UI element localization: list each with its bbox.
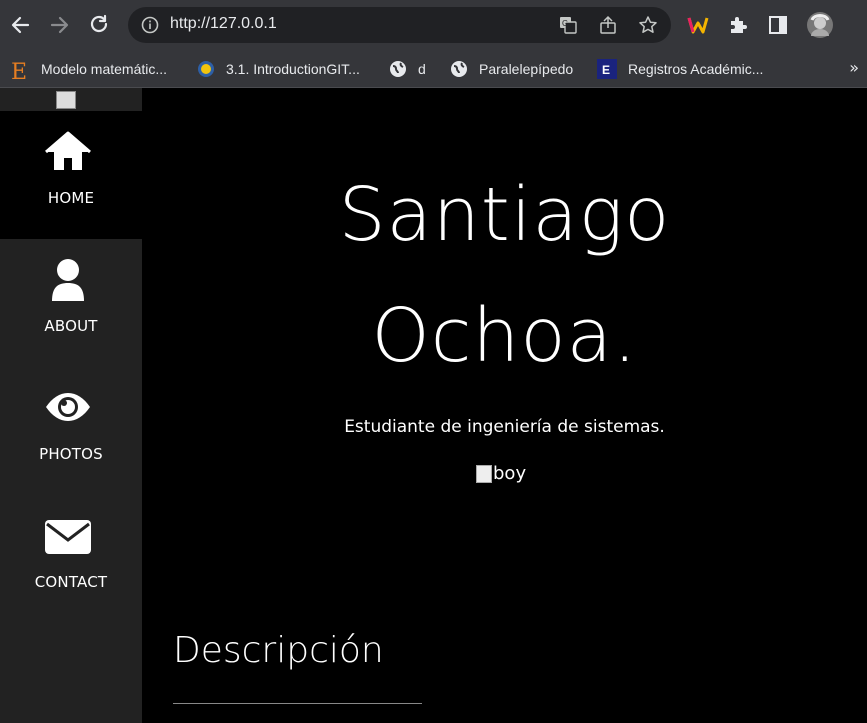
site-info-icon[interactable]	[140, 15, 160, 35]
hero-image: boy	[476, 463, 526, 484]
svg-text:E: E	[602, 63, 610, 77]
translate-icon[interactable]: G	[558, 15, 578, 35]
sidebar-item-home[interactable]: HOME	[0, 111, 142, 239]
extensions-puzzle-icon[interactable]	[726, 13, 750, 37]
globe-icon	[389, 60, 407, 78]
sidebar-item-photos[interactable]: PHOTOS	[0, 367, 142, 495]
e-badge-icon: E	[597, 59, 617, 79]
page-content: HOME ABOUT PHOTOS CONTACT Santiago Ochoa…	[0, 88, 867, 723]
sidebar-item-contact[interactable]: CONTACT	[0, 495, 142, 623]
e-letter-icon: E	[10, 60, 30, 85]
bookmark-label: d	[418, 61, 426, 77]
section-divider	[173, 703, 422, 704]
forward-arrow-icon[interactable]	[46, 11, 74, 39]
bookmark-label: Paralelepípedo	[479, 61, 574, 77]
bookmark-item[interactable]: 3.1. IntroductionGIT...	[197, 50, 360, 88]
section-title: Descripción	[173, 630, 384, 671]
bookmark-item[interactable]: E Registros Académic...	[597, 50, 763, 88]
bookmark-item[interactable]: d	[389, 50, 426, 88]
share-icon[interactable]	[598, 15, 618, 35]
extension-w-icon[interactable]	[686, 13, 710, 37]
bookmark-star-icon[interactable]	[638, 15, 658, 35]
sidebar-item-label: HOME	[47, 189, 95, 207]
bookmarks-overflow-button[interactable]: »	[849, 58, 859, 77]
bookmarks-bar: E Modelo matemátic... 3.1. IntroductionG…	[0, 50, 867, 88]
sidebar-item-label: PHOTOS	[39, 445, 103, 463]
bookmark-label: Modelo matemátic...	[41, 61, 168, 77]
back-arrow-icon[interactable]	[6, 11, 34, 39]
address-bar[interactable]: http://127.0.0.1 G	[128, 7, 671, 43]
sidebar-item-label: CONTACT	[34, 573, 108, 591]
svg-text:E: E	[11, 60, 27, 82]
eye-icon	[45, 387, 91, 429]
sidebar-item-label: ABOUT	[44, 317, 98, 335]
seal-icon	[197, 60, 215, 78]
hero-subtitle: Estudiante de ingeniería de sistemas.	[344, 417, 665, 437]
user-icon	[45, 259, 91, 301]
hero-first-name: Santiago	[338, 172, 671, 258]
url-text: http://127.0.0.1	[170, 15, 277, 32]
sidebar-item-about[interactable]: ABOUT	[0, 239, 142, 367]
sidebar: HOME ABOUT PHOTOS CONTACT	[0, 88, 142, 723]
bookmark-item[interactable]: E Modelo matemátic...	[10, 50, 167, 88]
browser-toolbar: http://127.0.0.1 G	[0, 0, 867, 50]
hero-image-alt: boy	[493, 463, 527, 484]
side-panel-icon[interactable]	[766, 13, 790, 37]
hero-last-name: Ochoa.	[371, 293, 638, 379]
broken-logo-image	[56, 91, 76, 109]
svg-text:G: G	[562, 19, 568, 28]
broken-image-icon	[476, 464, 492, 483]
reload-icon[interactable]	[85, 11, 113, 39]
bookmark-label: Registros Académic...	[628, 61, 764, 77]
profile-avatar-icon[interactable]	[806, 11, 834, 39]
bookmark-label: 3.1. IntroductionGIT...	[226, 61, 360, 77]
envelope-icon	[45, 515, 91, 557]
main-content: Santiago Ochoa. Estudiante de ingeniería…	[142, 88, 867, 723]
home-icon	[45, 131, 91, 173]
bookmark-item[interactable]: Paralelepípedo	[450, 50, 573, 88]
globe-icon	[450, 60, 468, 78]
